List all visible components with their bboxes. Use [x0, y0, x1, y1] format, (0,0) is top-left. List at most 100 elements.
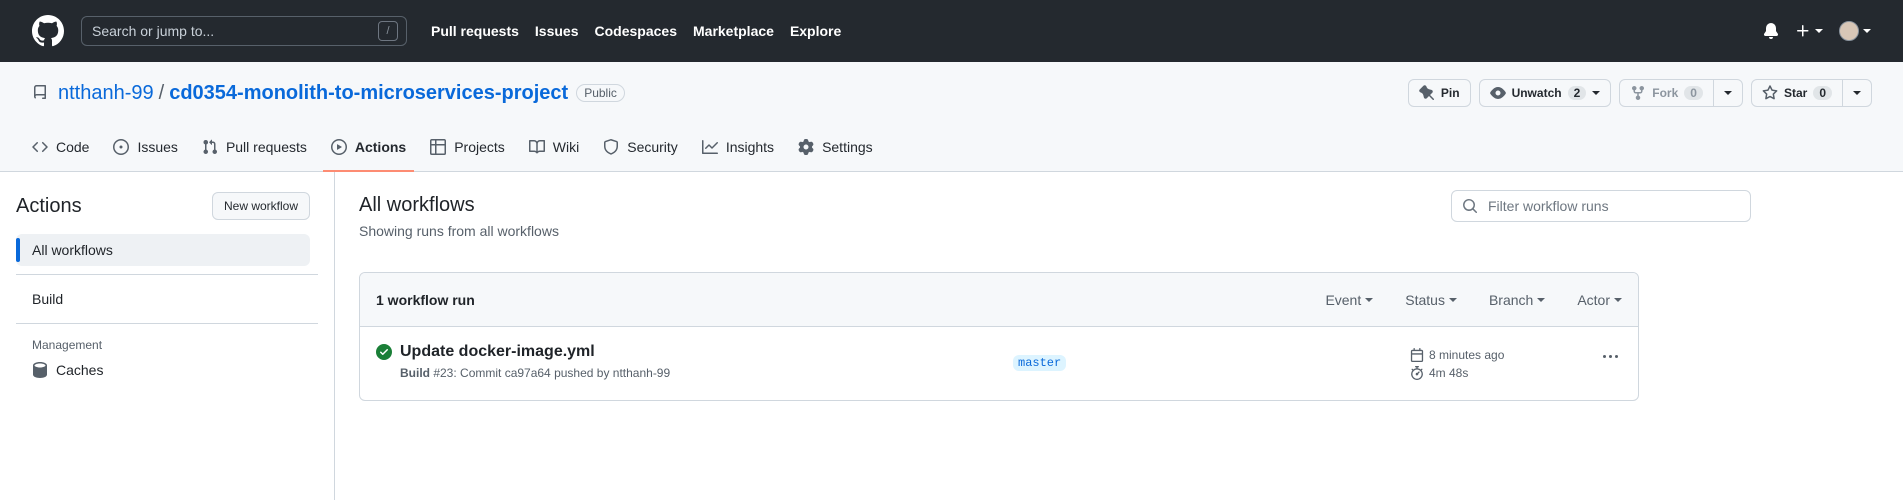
tab-actions[interactable]: Actions — [322, 123, 415, 172]
management-heading: Management — [32, 338, 103, 352]
tab-issues[interactable]: Issues — [105, 123, 185, 171]
repo-title-row: ntthanh-99 / cd0354-monolith-to-microser… — [32, 62, 1872, 124]
unwatch-button[interactable]: Unwatch 2 — [1478, 79, 1612, 107]
filter-label: Branch — [1488, 291, 1534, 308]
tab-settings[interactable]: Settings — [790, 123, 881, 171]
sidebar-item-caches[interactable]: Caches — [16, 354, 310, 386]
filter-label: Event — [1325, 291, 1362, 308]
tab-security[interactable]: Security — [595, 123, 686, 171]
pin-button[interactable]: Pin — [1407, 79, 1471, 107]
repo-icon — [34, 85, 46, 99]
run-filters: Event Status Branch Actor — [1325, 292, 1622, 308]
workflow-runs-box: 1 workflow run Event Status Branch Actor… — [359, 272, 1639, 401]
chevron-down-icon — [1448, 297, 1457, 302]
chevron-down-icon — [1853, 91, 1861, 95]
search-icon — [1463, 199, 1478, 214]
nav-codespaces[interactable]: Codespaces — [595, 23, 677, 39]
fork-count: 0 — [1684, 86, 1703, 100]
nav-issues[interactable]: Issues — [535, 23, 579, 39]
tab-label: Code — [56, 139, 90, 155]
pin-icon — [1419, 85, 1434, 101]
run-timing: 8 minutes ago 4m 48s — [1410, 346, 1504, 382]
user-menu[interactable] — [1839, 21, 1871, 41]
tab-insights[interactable]: Insights — [694, 123, 782, 171]
table-icon — [430, 139, 447, 155]
star-dropdown[interactable] — [1842, 80, 1871, 106]
play-icon — [330, 139, 347, 155]
tab-label: Security — [627, 139, 678, 155]
fork-icon — [1632, 86, 1645, 101]
kebab-horizontal-icon[interactable] — [1603, 355, 1618, 358]
pull-request-icon — [203, 139, 217, 155]
sidebar-item-build[interactable]: Build — [16, 283, 310, 315]
branch-label[interactable]: master — [1013, 355, 1067, 371]
unwatch-label: Unwatch — [1511, 86, 1562, 100]
fork-dropdown[interactable] — [1712, 80, 1742, 106]
run-count: 1 workflow run — [376, 291, 475, 308]
code-icon — [32, 141, 48, 153]
workflows-content: All workflows Showing runs from all work… — [335, 172, 1903, 500]
repo-tabs: Code Issues Pull requests Actions Projec… — [24, 123, 889, 172]
github-logo-icon[interactable] — [32, 15, 64, 47]
actions-sidebar: Actions New workflow All workflows Build… — [0, 172, 335, 500]
repo-owner-link[interactable]: ntthanh-99 — [58, 82, 154, 105]
global-nav: Pull requests Issues Codespaces Marketpl… — [431, 23, 841, 39]
book-icon — [528, 139, 545, 154]
eye-icon — [1489, 87, 1506, 99]
plus-icon — [1797, 25, 1809, 37]
repo-name-link[interactable]: cd0354-monolith-to-microservices-project — [169, 82, 568, 105]
repo-header: ntthanh-99 / cd0354-monolith-to-microser… — [0, 62, 1903, 172]
check-circle-icon — [376, 344, 392, 360]
tab-label: Settings — [822, 139, 873, 155]
branch-filter[interactable]: Branch — [1488, 291, 1546, 308]
chevron-down-icon — [1815, 29, 1823, 33]
filter-placeholder: Filter workflow runs — [1488, 198, 1609, 214]
pin-label: Pin — [1440, 86, 1460, 100]
breadcrumb-separator: / — [158, 81, 165, 104]
sidebar-item-label: Build — [32, 291, 64, 307]
tab-wiki[interactable]: Wiki — [521, 123, 587, 171]
bell-icon[interactable] — [1763, 23, 1779, 39]
sidebar-item-label: All workflows — [32, 242, 113, 258]
run-meta-text: #23: Commit ca97a64 pushed by ntthanh-99 — [430, 366, 671, 380]
actor-filter[interactable]: Actor — [1577, 292, 1622, 308]
star-button[interactable]: Star 0 — [1750, 79, 1872, 107]
tab-pull-requests[interactable]: Pull requests — [194, 123, 315, 171]
chevron-down-icon — [1863, 29, 1871, 33]
tab-projects[interactable]: Projects — [422, 123, 513, 171]
stopwatch-icon — [1411, 366, 1423, 380]
sidebar-item-all-workflows[interactable]: All workflows — [16, 234, 310, 266]
divider — [16, 323, 318, 324]
filter-workflow-runs-input[interactable]: Filter workflow runs — [1451, 190, 1751, 222]
nav-explore[interactable]: Explore — [790, 23, 841, 39]
run-title-link[interactable]: Update docker-image.yml — [400, 343, 670, 361]
tab-code[interactable]: Code — [24, 123, 97, 171]
fork-button[interactable]: Fork 0 — [1619, 79, 1743, 107]
avatar — [1839, 21, 1859, 41]
database-icon — [33, 362, 47, 378]
search-placeholder: Search or jump to... — [92, 23, 215, 39]
workflow-run-row[interactable]: Update docker-image.yml Build #23: Commi… — [360, 327, 1638, 400]
divider — [16, 274, 318, 275]
new-workflow-button[interactable]: New workflow — [211, 192, 310, 220]
status-filter[interactable]: Status — [1405, 292, 1457, 308]
tab-label: Wiki — [552, 139, 580, 155]
filter-label: Actor — [1577, 291, 1610, 308]
actions-page: Actions New workflow All workflows Build… — [0, 172, 1903, 500]
workflow-name: Build — [400, 366, 430, 380]
watch-count: 2 — [1567, 86, 1587, 100]
search-input[interactable]: Search or jump to... / — [81, 16, 407, 46]
calendar-icon — [1410, 348, 1424, 362]
chevron-down-icon — [1537, 297, 1546, 302]
event-filter[interactable]: Event — [1325, 291, 1374, 308]
nav-pull-requests[interactable]: Pull requests — [431, 23, 519, 39]
filter-label: Status — [1405, 291, 1445, 308]
sidebar-title: Actions — [16, 194, 82, 217]
tab-label: Projects — [454, 139, 505, 155]
repo-actions: Pin Unwatch 2 Fork 0 Star 0 — [1407, 79, 1872, 107]
create-new-menu[interactable] — [1795, 23, 1823, 39]
page-subtitle: Showing runs from all workflows — [359, 223, 559, 239]
runs-header: 1 workflow run Event Status Branch Actor — [360, 273, 1638, 327]
tab-label: Issues — [137, 139, 178, 155]
nav-marketplace[interactable]: Marketplace — [693, 23, 774, 39]
